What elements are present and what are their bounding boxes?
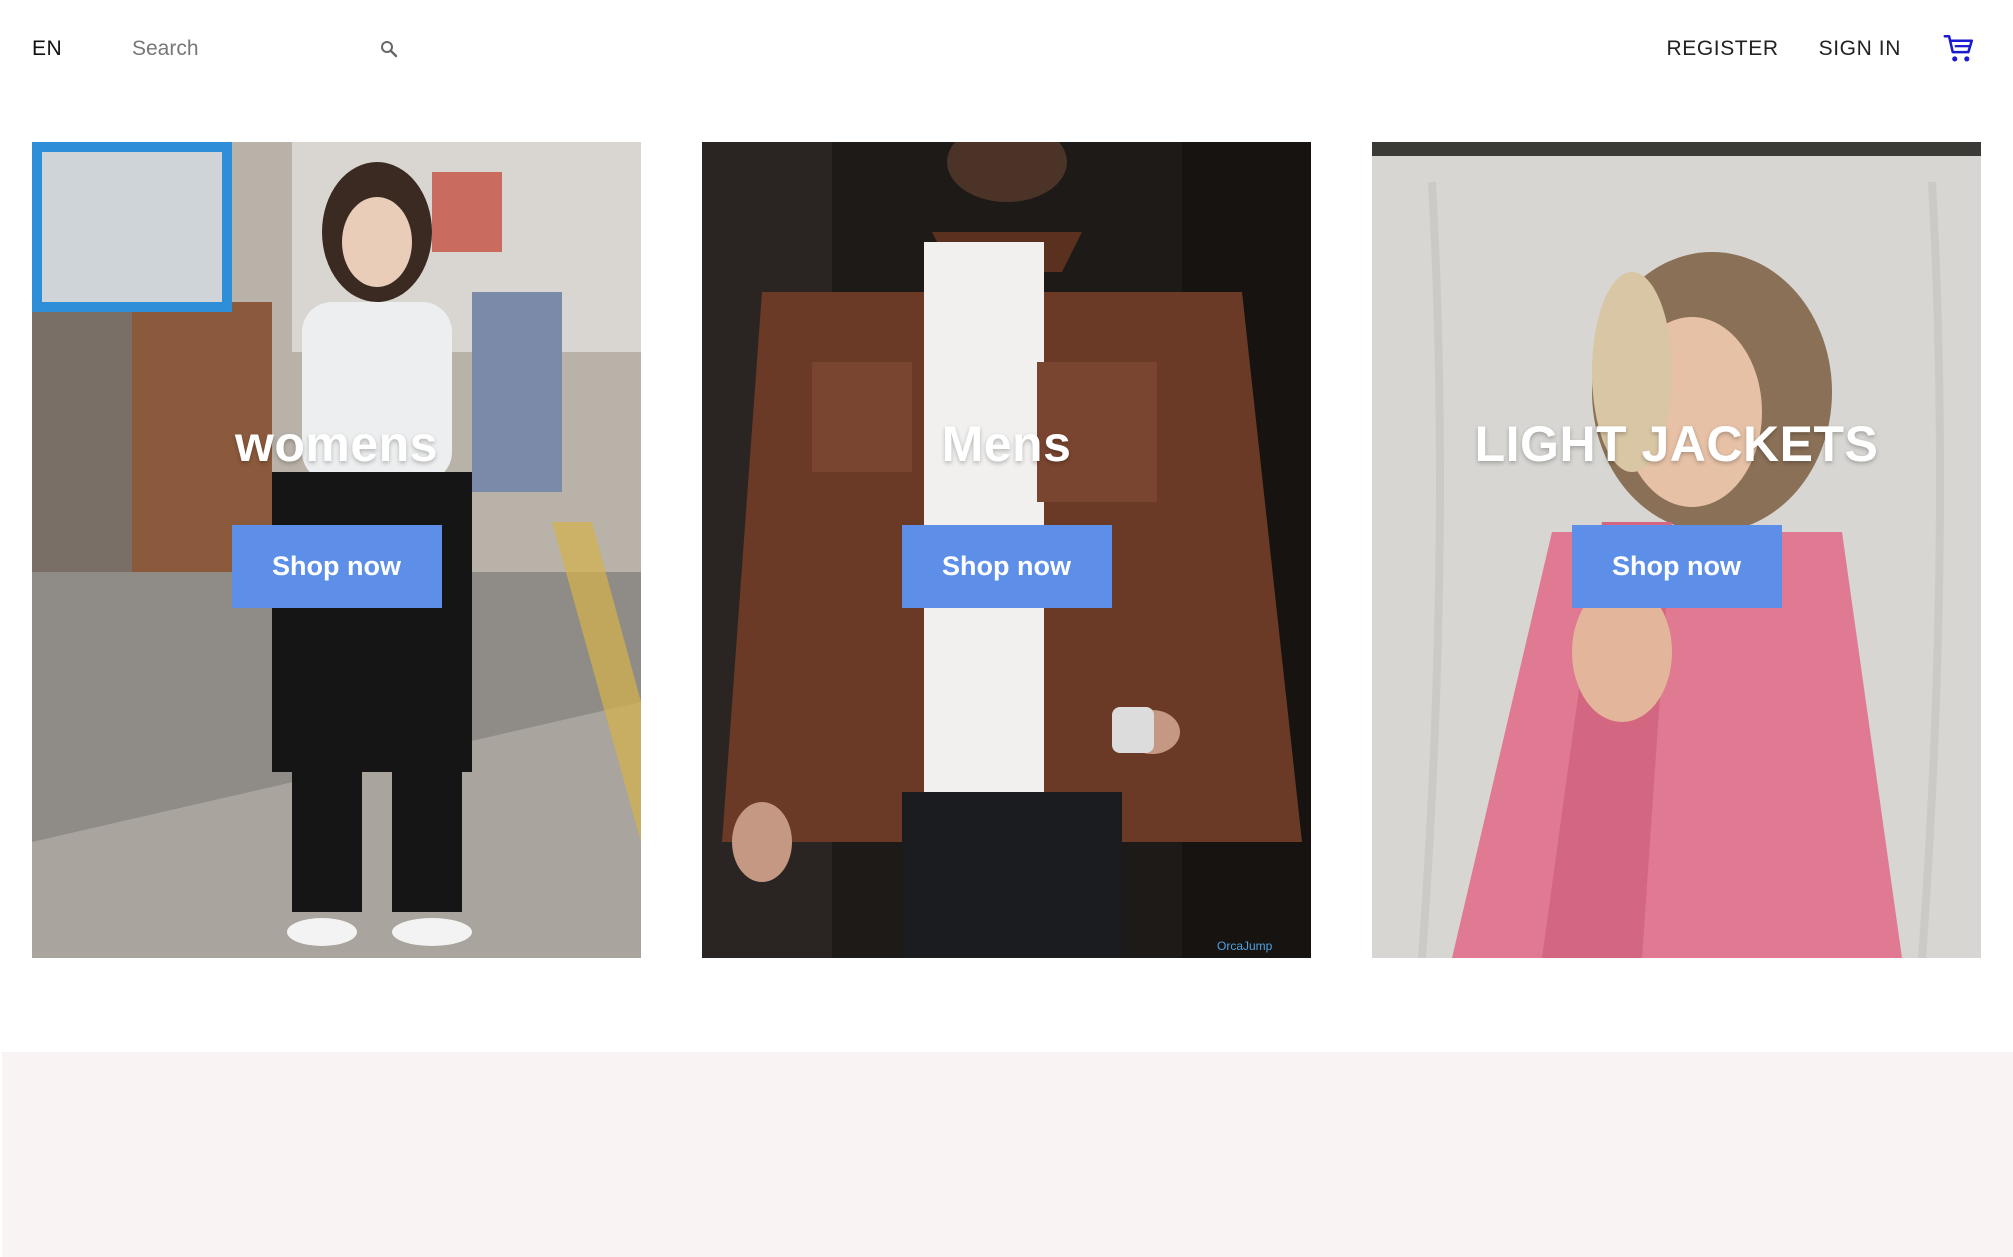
navbar: EN REGISTER SIGN IN (0, 0, 2013, 98)
shop-now-button[interactable]: Shop now (1571, 524, 1782, 608)
nav-right: REGISTER SIGN IN (1666, 31, 1981, 67)
search-icon[interactable] (378, 38, 400, 60)
category-card-light-jackets[interactable]: LIGHT JACKETS Shop now (1372, 142, 1981, 958)
search-input[interactable] (132, 29, 378, 69)
categories-section: womens Shop now OrcaJump Mens Shop now L… (32, 142, 1981, 958)
category-title: LIGHT JACKETS (1474, 415, 1879, 472)
card-info-womens: womens Shop now (32, 142, 641, 958)
category-card-womens[interactable]: womens Shop now (32, 142, 641, 958)
search-container (132, 27, 408, 71)
register-link[interactable]: REGISTER (1666, 37, 1778, 61)
shopping-cart-icon[interactable] (1941, 31, 1977, 67)
category-card-mens[interactable]: OrcaJump Mens Shop now (702, 142, 1311, 958)
shop-now-button[interactable]: Shop now (231, 524, 442, 608)
card-info-light-jackets: LIGHT JACKETS Shop now (1372, 142, 1981, 958)
category-title: womens (234, 415, 439, 472)
card-info-mens: Mens Shop now (702, 142, 1311, 958)
nav-left: EN (32, 27, 408, 71)
shop-now-button[interactable]: Shop now (901, 524, 1112, 608)
sign-in-link[interactable]: SIGN IN (1819, 37, 1901, 61)
language-selector[interactable]: EN (32, 37, 132, 61)
bottom-section (2, 1052, 2013, 1257)
category-title: Mens (941, 415, 1072, 472)
page: EN REGISTER SIGN IN (0, 0, 2013, 1257)
